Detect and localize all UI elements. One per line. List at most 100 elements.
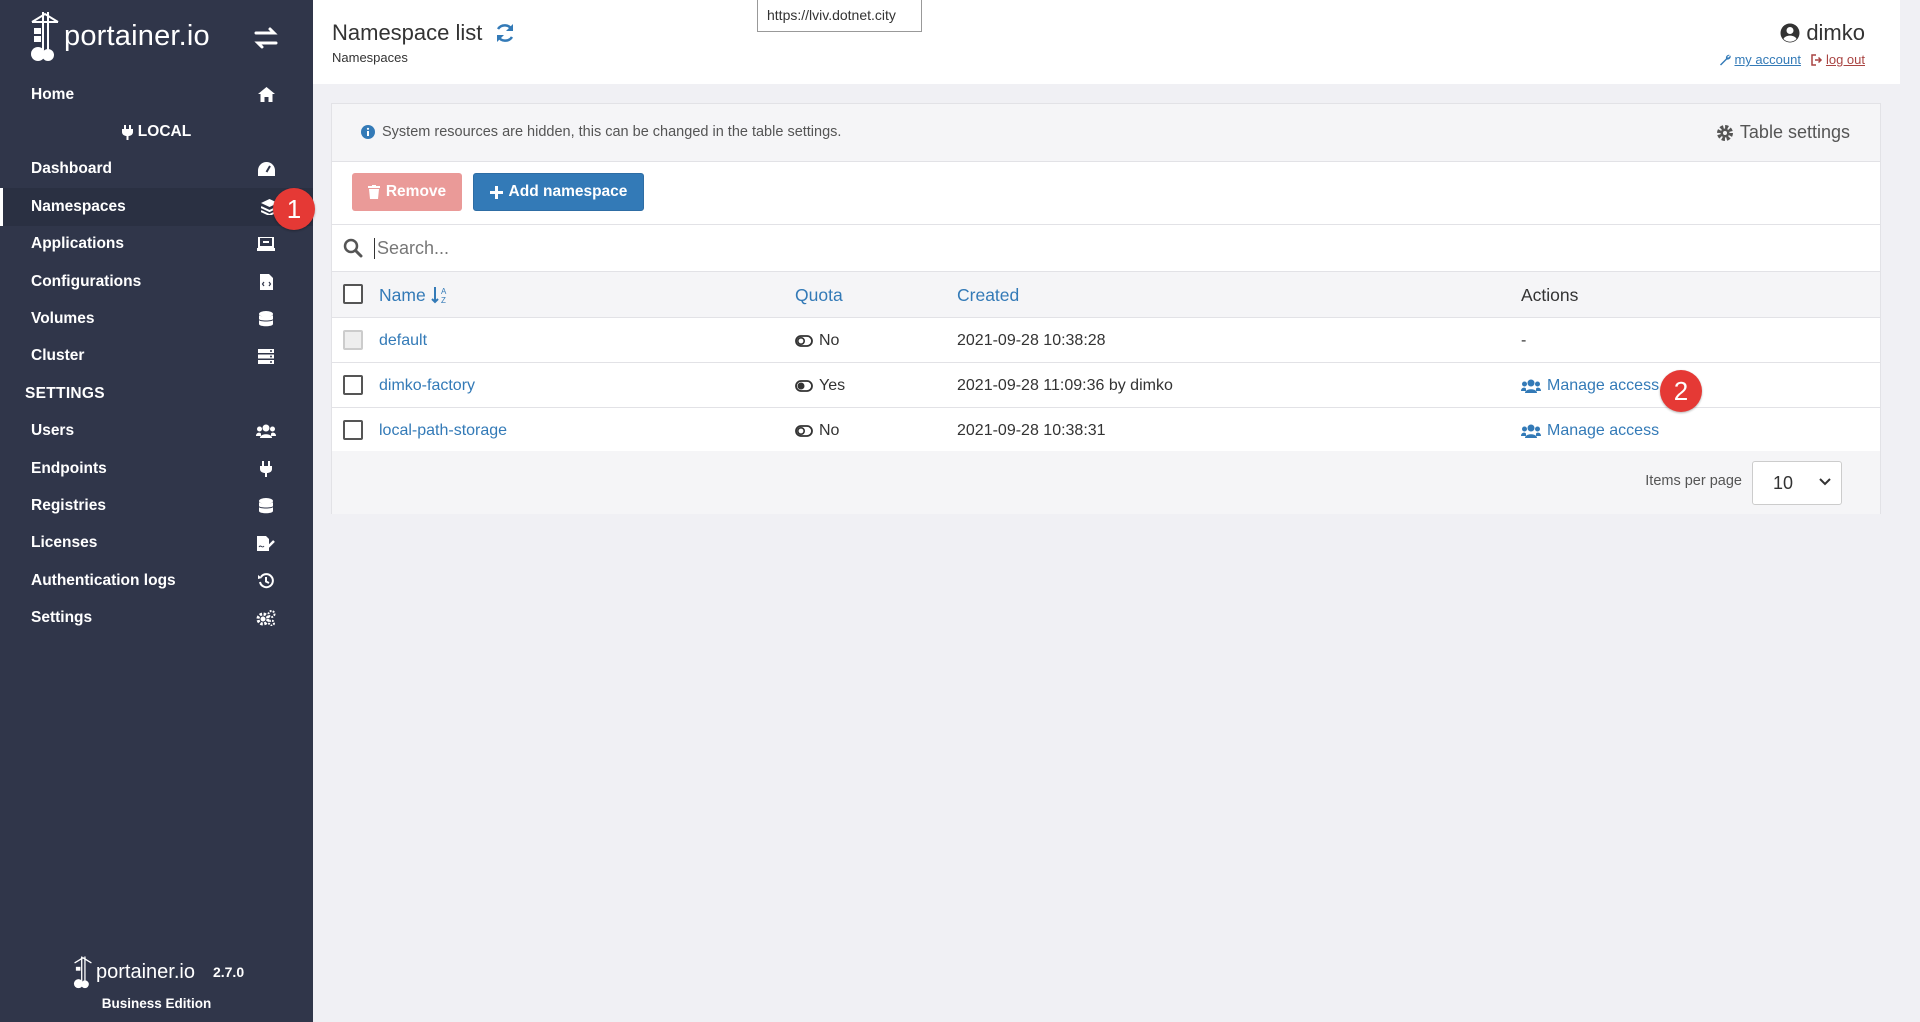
sidebar-item-label: Volumes [31,310,95,328]
row-checkbox [343,330,363,350]
sidebar-nav: Home LOCAL Dashboard Namespaces Applicat… [0,76,313,637]
column-header-name[interactable]: Name AZ [379,272,449,318]
my-account-link[interactable]: my account [1719,52,1801,67]
quota-cell: No [795,408,839,453]
sidebar-item-label: Registries [31,496,106,514]
step-badge-1: 1 [273,188,315,230]
info-circle-icon [361,125,375,139]
cogs-icon [256,608,276,628]
gear-icon [1716,124,1733,141]
sidebar-item-label: Applications [31,235,125,253]
sort-alpha-icon: AZ [430,287,447,304]
url-tooltip: https://lviv.dotnet.city [757,0,922,32]
sidebar-item-cluster[interactable]: Cluster [0,338,313,375]
select-all-checkbox[interactable] [343,284,363,304]
manage-access-link[interactable]: Manage access [1521,408,1659,453]
laptop-icon [256,234,276,254]
sidebar-item-licenses[interactable]: Licenses [0,525,313,562]
log-out-label: log out [1825,52,1865,67]
toggle-off-icon [795,334,813,347]
sidebar-item-label: Dashboard [31,160,112,178]
manage-access-label: Manage access [1547,421,1660,439]
column-header-created[interactable]: Created [957,272,1019,318]
column-name-label: Name [379,284,426,305]
file-signature-icon [256,533,276,553]
add-namespace-button[interactable]: Add namespace [473,173,644,211]
plug-icon [121,124,133,140]
sidebar: portainer.io Home LOCAL Dashboard Namesp… [0,0,313,1022]
quota-value: No [819,421,840,439]
page-title-text: Namespace list [332,20,483,45]
items-per-page-select[interactable]: 10 [1752,461,1842,505]
username-text: dimko [1806,20,1865,45]
quota-value: Yes [819,376,846,394]
exchange-icon[interactable] [252,24,280,52]
users-icon [256,421,276,441]
database-icon [256,496,276,516]
sidebar-item-label: Configurations [31,272,142,290]
toggle-off-icon [795,424,813,437]
user-menu: dimko my account log out [1719,20,1865,67]
plug-icon [256,459,276,479]
sidebar-item-label: Cluster [31,347,85,365]
server-icon [256,346,276,366]
username: dimko [1719,20,1865,46]
toggle-on-icon [795,379,813,392]
search-input[interactable] [374,237,1774,259]
info-bar: System resources are hidden, this can be… [332,104,1880,162]
sidebar-item-endpoints[interactable]: Endpoints [0,450,313,487]
search-icon [343,238,363,258]
database-icon [256,309,276,329]
column-header-actions: Actions [1521,284,1579,305]
table-row: local-path-storage No 2021-09-28 10:38:3… [332,408,1880,453]
file-code-icon [256,272,276,292]
version-label: 2.7.0 [212,964,245,980]
namespace-name-link[interactable]: local-path-storage [379,408,507,453]
sidebar-item-users[interactable]: Users [0,413,313,450]
add-namespace-label: Add namespace [508,183,628,200]
sidebar-item-volumes[interactable]: Volumes [0,300,313,337]
page-title: Namespace list [332,20,516,46]
refresh-icon[interactable] [494,22,516,44]
wrench-icon [1720,54,1732,65]
sidebar-item-label: Authentication logs [31,571,176,589]
sidebar-item-settings[interactable]: Settings [0,599,313,636]
remove-button[interactable]: Remove [352,173,462,211]
brand-logo[interactable]: portainer.io [28,8,210,64]
portainer-logo-icon [31,12,59,61]
sidebar-item-label: Home [31,85,75,103]
sidebar-item-dashboard[interactable]: Dashboard [0,151,313,188]
column-header-quota[interactable]: Quota [795,272,843,318]
info-text: System resources are hidden, this can be… [382,124,842,140]
sidebar-item-home[interactable]: Home [0,76,313,113]
quota-value: No [819,331,840,349]
info-message: System resources are hidden, this can be… [361,124,841,140]
sidebar-item-configurations[interactable]: Configurations [0,263,313,300]
sidebar-item-namespaces[interactable]: Namespaces [0,188,313,226]
sidebar-item-authentication-logs[interactable]: Authentication logs [0,562,313,599]
trash-icon [367,185,380,199]
svg-text:A: A [441,287,447,296]
sidebar-item-label: Settings [31,609,93,627]
row-checkbox[interactable] [343,375,363,395]
created-cell: 2021-09-28 11:09:36 by dimko [957,376,1173,394]
users-icon [1521,424,1541,438]
sign-out-icon [1811,53,1823,66]
log-out-link[interactable]: log out [1811,52,1865,67]
brand-name: portainer.io [64,19,210,52]
namespace-name-link[interactable]: dimko-factory [379,363,475,408]
remove-label: Remove [385,183,447,200]
sidebar-item-label: Endpoints [31,459,107,477]
namespace-name-link[interactable]: default [379,318,427,363]
my-account-label: my account [1734,52,1801,67]
footer-brand: portainer.io 2.7.0 [72,955,244,989]
sidebar-item-applications[interactable]: Applications [0,226,313,263]
settings-heading: SETTINGS [25,384,105,402]
row-checkbox[interactable] [343,420,363,440]
chevron-down-icon [1819,478,1831,486]
manage-access-link[interactable]: Manage access [1521,363,1659,408]
table-settings-button[interactable]: Table settings [1716,122,1850,143]
sidebar-item-registries[interactable]: Registries [0,487,313,524]
created-cell: 2021-09-28 10:38:31 [957,421,1106,439]
table-row: dimko-factory Yes 2021-09-28 11:09:36 by… [332,363,1880,408]
